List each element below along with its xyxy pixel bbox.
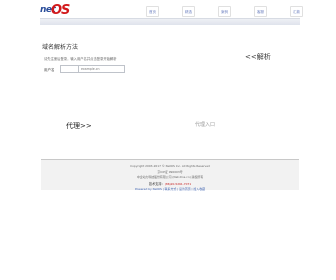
section-title: 域名解析方法 [42, 44, 79, 51]
footer-company: 中企动力科技股份有限公司 (Net-Dns.cn) 版权所有 [136, 175, 204, 179]
hint-text: 请先注册后登录，输入用户名并点击登录开始解析 [44, 57, 117, 61]
nav-item-payment[interactable]: 汇款 [290, 6, 303, 17]
footer-links[interactable]: Powered by NetOS | 联系方式 | 设为首页 | 加入收藏 [41, 187, 299, 191]
top-nav: 首页 精选 案例 客服 汇款 [140, 6, 307, 17]
logo-text-os: OS [51, 3, 70, 18]
phone-number: (86)20-5261-7071 [164, 182, 192, 186]
phone-label: 技术支持： [148, 182, 165, 186]
username-label: 用户名 [44, 68, 55, 72]
proxy-entry-link[interactable]: 代理入口 [195, 121, 215, 128]
nav-item-home[interactable]: 首页 [146, 6, 159, 17]
proxy-link[interactable]: 代理>> [66, 121, 92, 131]
footer-powered-link[interactable]: Powered by NetOS | 联系方式 | 设为首页 | 加入收藏 [135, 187, 205, 191]
header-divider [40, 18, 300, 25]
nav-item-cases[interactable]: 案例 [218, 6, 231, 17]
domain-input[interactable]: example.cn [78, 65, 125, 73]
nav-item-featured[interactable]: 精选 [182, 6, 195, 17]
footer-phone: 技术支持：(86)20-5261-7071 [41, 181, 299, 186]
nav-item-service[interactable]: 客服 [254, 6, 267, 17]
parse-button[interactable]: <<解析 [245, 52, 271, 62]
footer-copyright: Copyright 2003-2017 © NetOS Inc. All Rig… [130, 164, 210, 168]
footer-icp: 京ICP证 990003号 [157, 170, 183, 174]
